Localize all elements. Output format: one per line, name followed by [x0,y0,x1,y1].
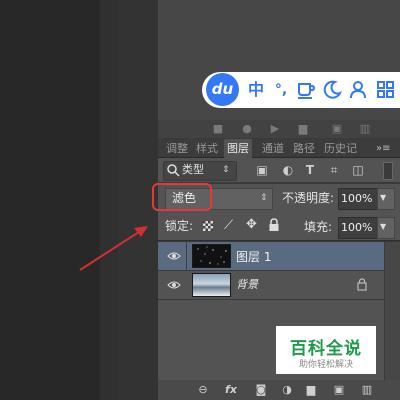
updown-icon: ⇕ [260,193,268,203]
layers-scrollbar[interactable] [385,242,400,380]
layer-thumbnail[interactable] [192,244,231,268]
chevron-down-icon: ▼ [380,222,387,231]
visibility-eye-icon[interactable] [167,251,181,261]
panel-divider [100,0,118,400]
stop-icon[interactable]: ■ [211,122,225,136]
ime-logo[interactable]: du [206,73,239,106]
annotation-arrow [78,222,158,272]
smartobject-filter-icon[interactable]: ◫ [350,162,366,178]
filter-toggle[interactable] [383,162,393,180]
group-folder-icon[interactable]: ▆ [304,383,318,397]
cup-icon[interactable] [296,80,316,100]
new-layer-icon[interactable]: ▣ [332,383,346,397]
fx-icon[interactable]: fx [224,383,238,397]
updown-icon: ⇕ [222,165,230,175]
play-icon[interactable]: ▶ [268,122,282,136]
opacity-value: 100% [341,192,373,205]
layer-name[interactable]: 背景 [236,277,258,293]
grid-icon[interactable] [376,80,396,100]
chevron-down-icon: ▼ [380,193,387,202]
fill-value: 100% [341,221,373,234]
shape-filter-icon[interactable]: ⌗ [326,162,342,178]
trash-icon[interactable]: ▥ [358,122,372,136]
search-icon [166,163,180,177]
person-icon[interactable] [348,80,368,100]
mask-icon[interactable]: ◙ [254,383,268,397]
lock-icon [357,278,367,291]
lock-transparent-icon[interactable] [203,221,213,231]
tab-adjustments[interactable]: 调整 [166,141,188,156]
link-icon[interactable]: ⊖ [196,383,210,397]
panel-menu-icon[interactable]: »≡ [376,141,398,156]
adjustment-filter-icon[interactable]: ◐ [280,162,296,178]
opacity-label: 不透明度: [282,191,335,205]
layer-thumbnail[interactable] [192,273,231,297]
lock-label: 锁定: [165,219,194,233]
layer-name[interactable]: 图层 1 [236,249,271,265]
tab-history[interactable]: 历史记 [324,141,357,156]
lock-all-icon[interactable] [268,218,280,232]
record-icon[interactable]: ● [240,122,254,136]
moon-icon[interactable] [322,80,343,100]
tab-layers[interactable]: 图层 [227,141,249,156]
fill-label: 填充: [304,220,333,234]
chinese-mode-button[interactable]: 中 [246,78,266,102]
annotation-highlight-box [152,183,212,211]
trash-icon[interactable]: ▥ [360,383,374,397]
new-icon[interactable]: ▣ [330,122,344,136]
watermark-title: 百科全说 [290,339,362,359]
folder-icon[interactable]: ▆ [296,122,310,136]
type-filter-icon[interactable]: T [302,162,318,178]
pixel-filter-icon[interactable]: ▣ [254,162,270,178]
filter-kind-label: 类型 [182,163,204,176]
punctuation-button[interactable]: °, [270,78,292,102]
tab-styles[interactable]: 样式 [196,141,218,156]
tab-paths[interactable]: 路径 [293,141,315,156]
adjustment-layer-icon[interactable]: ◑ [280,383,294,397]
visibility-eye-icon[interactable] [167,280,181,290]
watermark-subtitle: 助你轻松解决 [298,360,353,370]
tab-channels[interactable]: 通道 [262,141,284,156]
brush-icon[interactable]: ⟋ [224,218,233,234]
document-canvas [0,0,100,400]
move-icon[interactable]: ✥ [246,217,257,233]
